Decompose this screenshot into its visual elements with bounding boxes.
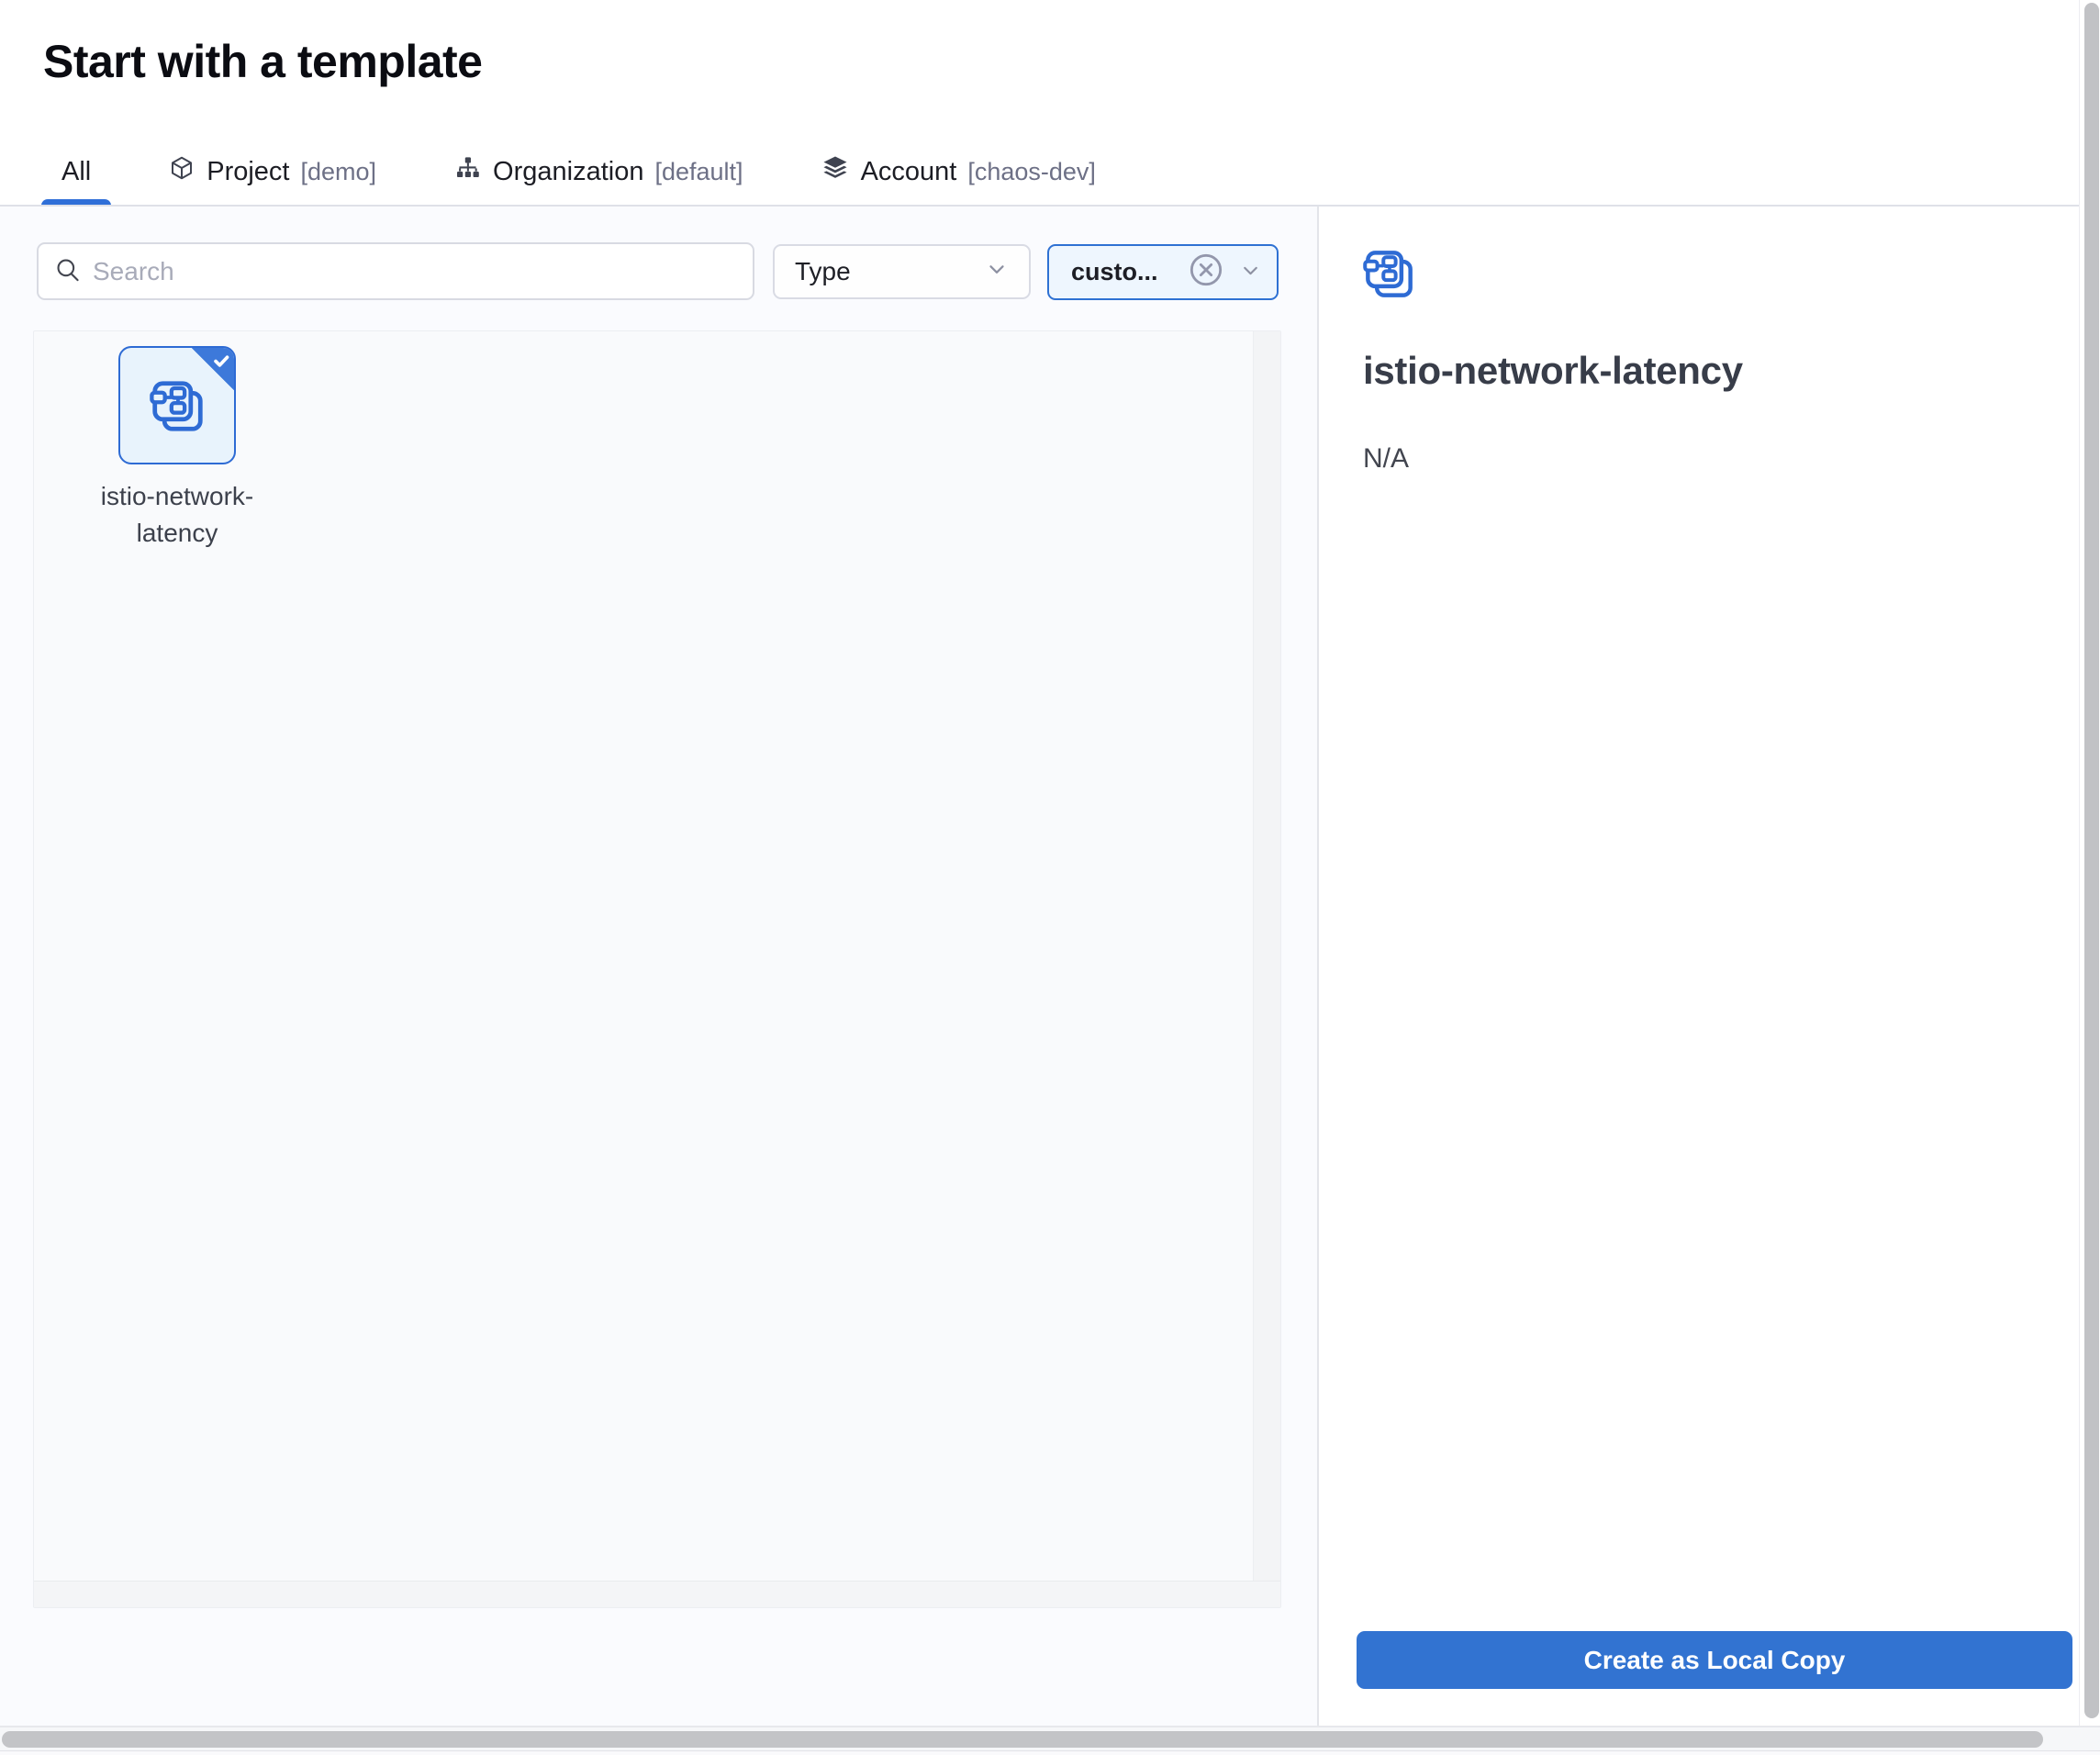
tab-account[interactable]: Account [chaos-dev] <box>800 138 1116 206</box>
search-input-wrapper <box>37 242 754 300</box>
chevron-down-icon <box>1239 259 1262 286</box>
template-browser-panel: Type custo... <box>0 207 1319 1726</box>
type-filter-dropdown[interactable]: Type <box>773 244 1031 299</box>
sitemap-icon <box>453 154 482 190</box>
search-icon <box>53 255 82 288</box>
template-details-panel: istio-network-latency N/A Create as Loca… <box>1321 207 2079 1726</box>
tab-organization-scope: [default] <box>654 158 743 186</box>
custom-filter-dropdown[interactable]: custo... <box>1047 244 1279 300</box>
page-title: Start with a template <box>43 35 483 88</box>
page-horizontal-scrollbar-thumb[interactable] <box>2 1731 2043 1748</box>
tab-all[interactable]: All <box>41 138 111 206</box>
tab-project-scope: [demo] <box>301 158 377 186</box>
tab-project[interactable]: Project [demo] <box>148 138 397 206</box>
template-grid: istio-network- latency <box>33 330 1281 1608</box>
tab-all-label: All <box>61 157 91 187</box>
layers-icon <box>821 153 850 190</box>
custom-filter-value: custo... <box>1071 258 1173 286</box>
scope-tabbar: All Project [demo] Organization [defau <box>41 138 1116 206</box>
page-bottom-edge <box>0 1750 2100 1755</box>
cube-icon <box>168 154 195 189</box>
template-detail-description: N/A <box>1363 443 1409 475</box>
check-icon <box>209 349 233 373</box>
template-card-label: istio-network- latency <box>49 478 306 552</box>
search-input[interactable] <box>93 257 738 286</box>
tab-account-scope: [chaos-dev] <box>967 158 1096 186</box>
template-stack-icon <box>1363 247 1415 306</box>
selected-corner-badge <box>191 347 235 391</box>
template-detail-title: istio-network-latency <box>1363 349 1743 393</box>
create-as-local-copy-button[interactable]: Create as Local Copy <box>1357 1631 2072 1689</box>
type-filter-label: Type <box>795 257 851 286</box>
chevron-down-icon <box>985 257 1009 287</box>
clear-filter-icon[interactable] <box>1188 252 1224 293</box>
tab-organization[interactable]: Organization [default] <box>433 138 764 206</box>
template-card-istio-network-latency[interactable] <box>118 346 236 464</box>
tab-account-label: Account <box>861 157 957 187</box>
grid-vertical-scrollbar[interactable] <box>1253 331 1280 1581</box>
page-vertical-scrollbar-thumb[interactable] <box>2084 3 2099 1718</box>
tab-project-label: Project <box>207 157 289 187</box>
tab-organization-label: Organization <box>493 157 643 187</box>
grid-horizontal-scrollbar[interactable] <box>34 1581 1280 1607</box>
